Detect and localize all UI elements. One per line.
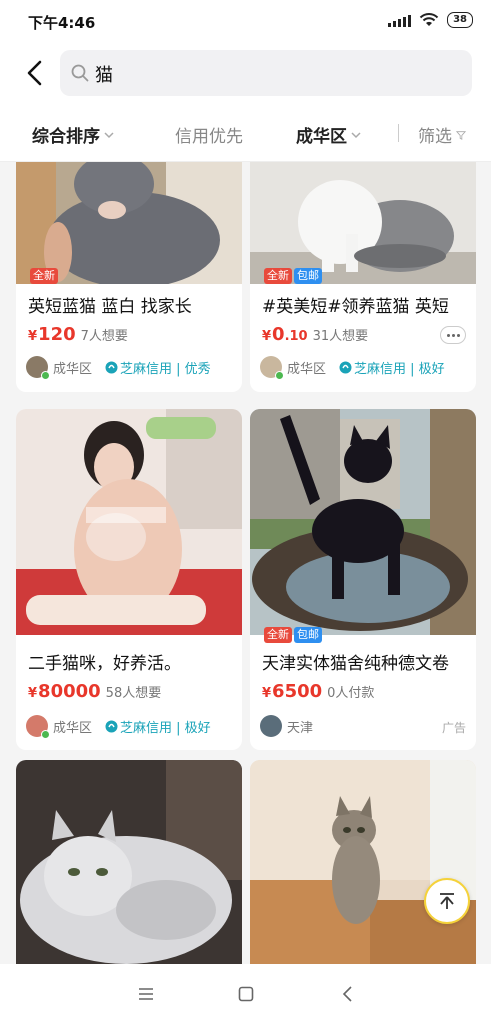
back-icon[interactable] <box>22 58 48 88</box>
credit-badge: 芝麻信用 | 优秀 <box>105 358 211 377</box>
wifi-icon <box>419 13 439 26</box>
sesame-credit-icon <box>105 720 118 732</box>
seller-location: 成华区 <box>287 361 327 377</box>
product-price: ¥120 <box>28 324 76 345</box>
product-card[interactable] <box>250 760 476 964</box>
avatar <box>26 356 50 380</box>
price-row: ¥80000 58人想要 <box>28 681 161 702</box>
status-icons: 38 <box>388 12 473 28</box>
product-price: ¥0.10 <box>262 324 308 345</box>
product-tags: 全新 包邮 <box>264 627 322 643</box>
product-image <box>250 760 476 964</box>
want-count: 7人想要 <box>80 329 128 344</box>
battery-icon: 38 <box>447 12 473 28</box>
avatar <box>260 715 282 737</box>
ad-label: 广告 <box>441 721 466 735</box>
product-tags: 全新 <box>30 268 58 284</box>
filter-credit[interactable]: 信用优先 <box>175 122 243 147</box>
want-count: 31人想要 <box>312 329 369 344</box>
filter-sort[interactable]: 综合排序 <box>32 122 115 147</box>
seller-location: 天津 <box>287 720 314 736</box>
product-title: 二手猫咪，好养活。 <box>28 654 181 674</box>
filter-credit-label: 信用优先 <box>175 127 243 147</box>
system-nav-bar <box>0 964 491 1024</box>
product-title: #英美短#领养蓝猫 英短 <box>262 297 449 317</box>
seller-row: 成华区 芝麻信用 | 极好 <box>260 356 474 380</box>
more-icon[interactable] <box>440 326 466 344</box>
product-image <box>16 162 242 284</box>
avatar <box>26 715 50 739</box>
menu-icon[interactable] <box>136 984 156 1004</box>
status-bar: 下午4:46 38 <box>0 0 491 42</box>
sesame-credit-icon <box>105 361 118 373</box>
search-header: 猫 <box>0 42 491 104</box>
product-card[interactable]: 全新 英短蓝猫 蓝白 找家长 ¥120 7人想要 成华区 芝麻信用 | 优秀 <box>16 162 242 392</box>
filter-icon <box>455 130 467 140</box>
search-icon <box>71 64 89 82</box>
tag-new: 全新 <box>30 268 58 284</box>
seller-location: 成华区 <box>53 361 93 377</box>
back-to-top-button[interactable] <box>424 878 470 924</box>
search-input[interactable]: 猫 <box>60 50 472 96</box>
back-nav-icon[interactable] <box>338 984 358 1004</box>
product-image <box>16 409 242 635</box>
product-image <box>16 760 242 964</box>
filter-bar: 综合排序 信用优先 成华区 筛选 <box>0 104 491 162</box>
filter-screen-label: 筛选 <box>418 127 452 147</box>
credit-badge: 芝麻信用 | 极好 <box>105 717 211 736</box>
paid-count: 0人付款 <box>327 686 375 701</box>
search-query: 猫 <box>95 65 113 86</box>
product-tags: 全新 包邮 <box>264 268 322 284</box>
product-card[interactable]: 全新 包邮 天津实体猫舍纯种德文卷 ¥6500 0人付款 天津 广告 <box>250 409 476 750</box>
signal-icon <box>388 13 412 27</box>
product-title: 英短蓝猫 蓝白 找家长 <box>28 297 192 317</box>
filter-area-label: 成华区 <box>296 127 347 147</box>
tag-free-shipping: 包邮 <box>294 627 322 643</box>
product-card[interactable]: 全新 包邮 #英美短#领养蓝猫 英短 ¥0.10 31人想要 成华区 芝麻信用 … <box>250 162 476 392</box>
back-to-top-icon <box>440 893 454 909</box>
tag-new: 全新 <box>264 627 292 643</box>
seller-location: 成华区 <box>53 720 93 736</box>
product-price: ¥80000 <box>28 681 101 702</box>
product-feed: 全新 英短蓝猫 蓝白 找家长 ¥120 7人想要 成华区 芝麻信用 | 优秀 全… <box>0 162 491 964</box>
want-count: 58人想要 <box>105 686 162 701</box>
sesame-credit-icon <box>339 361 352 373</box>
tag-new: 全新 <box>264 268 292 284</box>
seller-row: 成华区 芝麻信用 | 极好 <box>26 715 240 739</box>
seller-row: 成华区 芝麻信用 | 优秀 <box>26 356 240 380</box>
price-row: ¥120 7人想要 <box>28 324 128 345</box>
filter-screen[interactable]: 筛选 <box>418 122 467 147</box>
product-price: ¥6500 <box>262 681 323 702</box>
chevron-down-icon <box>351 131 361 138</box>
tag-free-shipping: 包邮 <box>294 268 322 284</box>
avatar <box>260 356 284 380</box>
product-title: 天津实体猫舍纯种德文卷 <box>262 654 449 674</box>
product-card[interactable]: 二手猫咪，好养活。 ¥80000 58人想要 成华区 芝麻信用 | 极好 <box>16 409 242 750</box>
price-row: ¥0.10 31人想要 <box>262 324 368 345</box>
chevron-down-icon <box>104 131 114 138</box>
filter-divider <box>398 124 399 142</box>
status-time: 下午4:46 <box>28 14 96 32</box>
credit-badge: 芝麻信用 | 极好 <box>339 358 445 377</box>
product-image <box>250 409 476 635</box>
product-image <box>250 162 476 284</box>
filter-sort-label: 综合排序 <box>32 127 100 147</box>
product-card[interactable] <box>16 760 242 964</box>
filter-area[interactable]: 成华区 <box>296 122 362 147</box>
home-icon[interactable] <box>236 984 256 1004</box>
price-row: ¥6500 0人付款 <box>262 681 374 702</box>
